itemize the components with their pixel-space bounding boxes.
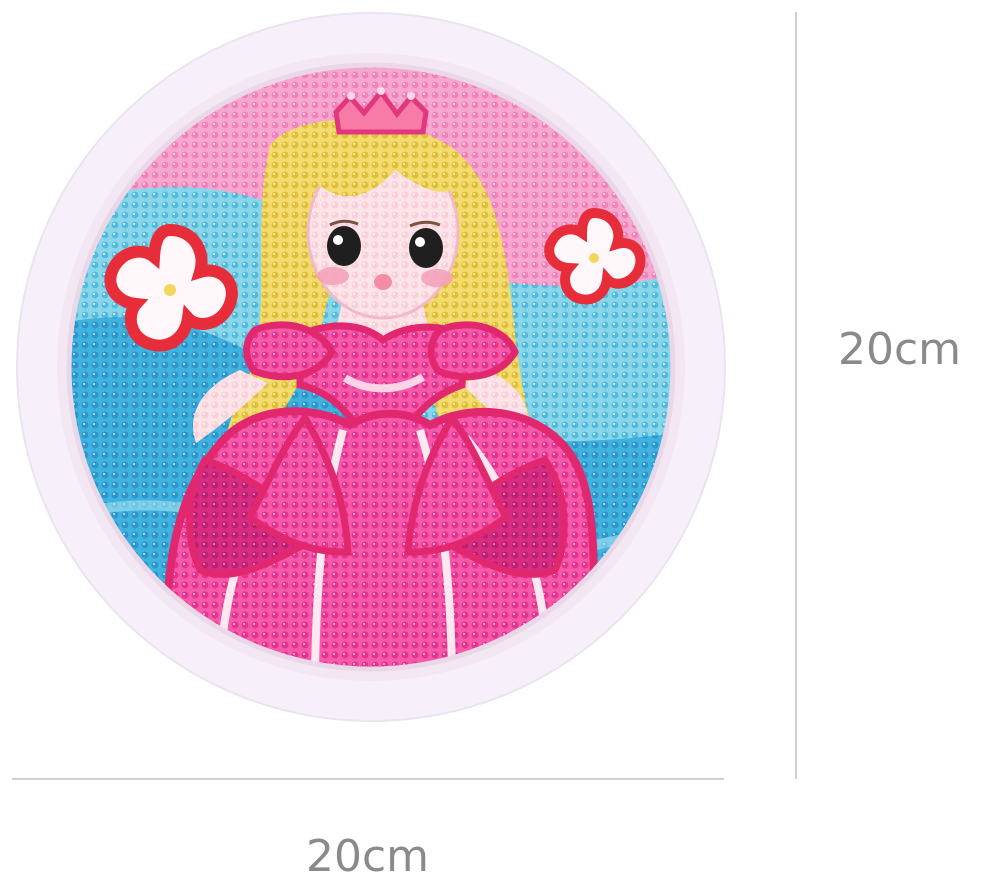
width-label: 20cm: [306, 831, 430, 882]
diamond-painting-artwork: [12, 12, 797, 780]
product-image-area: 20cm 20cm: [0, 0, 983, 888]
height-label: 20cm: [838, 324, 962, 375]
